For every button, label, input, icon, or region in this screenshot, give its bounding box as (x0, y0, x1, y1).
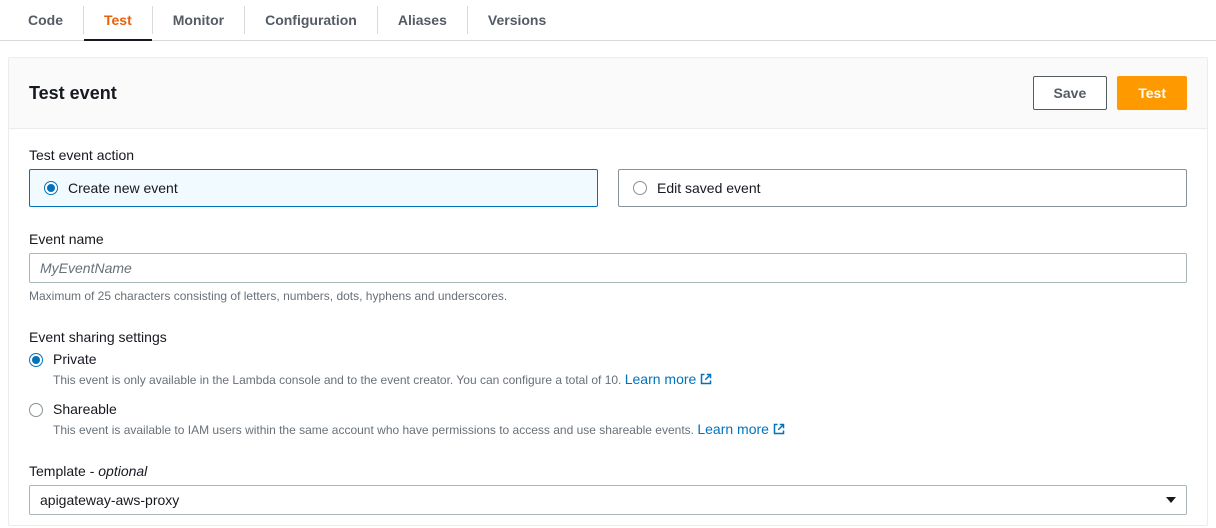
panel-actions: Save Test (1033, 76, 1187, 110)
sharing-shareable-label: Shareable (53, 401, 785, 417)
create-new-event-label: Create new event (68, 180, 178, 196)
radio-icon (29, 403, 43, 417)
panel-body: Test event action Create new event Edit … (9, 129, 1207, 525)
sharing-shareable-option[interactable]: Shareable This event is available to IAM… (29, 401, 1187, 437)
event-name-helper: Maximum of 25 characters consisting of l… (29, 289, 1187, 303)
edit-saved-event-option[interactable]: Edit saved event (618, 169, 1187, 207)
sharing-label: Event sharing settings (29, 329, 1187, 345)
create-new-event-option[interactable]: Create new event (29, 169, 598, 207)
radio-icon (633, 181, 647, 195)
save-button[interactable]: Save (1033, 76, 1108, 110)
tab-versions[interactable]: Versions (468, 0, 566, 40)
external-link-icon (773, 423, 785, 435)
sharing-private-option[interactable]: Private This event is only available in … (29, 351, 1187, 387)
sharing-private-label: Private (53, 351, 712, 367)
action-segmented: Create new event Edit saved event (29, 169, 1187, 207)
learn-more-link[interactable]: Learn more (625, 371, 713, 387)
event-name-label: Event name (29, 231, 1187, 247)
test-button[interactable]: Test (1117, 76, 1187, 110)
tab-code[interactable]: Code (8, 0, 83, 40)
tab-bar: Code Test Monitor Configuration Aliases … (0, 0, 1216, 41)
radio-icon (29, 353, 43, 367)
edit-saved-event-label: Edit saved event (657, 180, 761, 196)
sharing-shareable-body: Shareable This event is available to IAM… (53, 401, 785, 437)
learn-more-link[interactable]: Learn more (697, 421, 785, 437)
template-select-value: apigateway-aws-proxy (40, 492, 179, 508)
panel-header: Test event Save Test (9, 58, 1207, 129)
radio-icon (44, 181, 58, 195)
tab-test[interactable]: Test (84, 0, 152, 40)
template-label: Template - optional (29, 463, 1187, 479)
template-section: Template - optional apigateway-aws-proxy (29, 463, 1187, 515)
panel-title: Test event (29, 83, 117, 104)
event-name-input[interactable] (29, 253, 1187, 283)
sharing-shareable-desc: This event is available to IAM users wit… (53, 421, 785, 437)
action-label: Test event action (29, 147, 1187, 163)
test-event-panel: Test event Save Test Test event action C… (8, 57, 1208, 526)
template-select[interactable]: apigateway-aws-proxy (29, 485, 1187, 515)
tab-configuration[interactable]: Configuration (245, 0, 377, 40)
tab-monitor[interactable]: Monitor (153, 0, 244, 40)
tab-aliases[interactable]: Aliases (378, 0, 467, 40)
sharing-private-body: Private This event is only available in … (53, 351, 712, 387)
external-link-icon (700, 373, 712, 385)
chevron-down-icon (1166, 497, 1176, 503)
sharing-private-desc: This event is only available in the Lamb… (53, 371, 712, 387)
